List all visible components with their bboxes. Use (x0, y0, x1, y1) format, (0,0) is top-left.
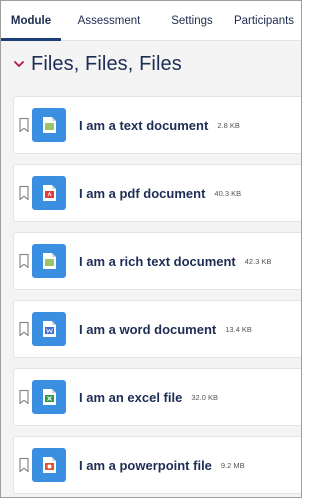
chevron-down-icon[interactable] (12, 57, 26, 71)
file-size: 9.2 MB (220, 460, 245, 470)
file-item[interactable]: I am a rich text document 42.3 KB (13, 232, 301, 290)
module-content: Files, Files, Files I am a text document… (1, 41, 301, 497)
bookmark-icon[interactable] (17, 389, 31, 405)
powerpoint-file-icon (32, 448, 66, 482)
tab-label: Participants (233, 14, 295, 27)
rich-text-file-icon (32, 244, 66, 278)
file-name-link[interactable]: I am a text document (79, 118, 208, 133)
file-name-link[interactable]: I am a rich text document (79, 254, 236, 269)
file-size: 2.8 KB (217, 120, 240, 130)
file-size: 32.0 KB (191, 392, 219, 402)
bookmark-icon[interactable] (17, 253, 31, 269)
bookmark-icon[interactable] (17, 457, 31, 473)
tab-bar: Module Assessment Settings Participants (1, 1, 301, 41)
tab-assessment[interactable]: Assessment (61, 1, 157, 40)
file-name-link[interactable]: I am a word document (79, 322, 216, 337)
pdf-file-icon (32, 176, 66, 210)
file-item[interactable]: I am a word document 13.4 KB (13, 300, 301, 358)
file-item[interactable]: I am an excel file 32.0 KB (13, 368, 301, 426)
file-name-link[interactable]: I am a powerpoint file (79, 458, 212, 473)
section-header: Files, Files, Files (1, 41, 301, 87)
tab-module[interactable]: Module (1, 1, 61, 41)
tab-label: Settings (171, 14, 213, 27)
file-item[interactable]: I am a powerpoint file 9.2 MB (13, 436, 301, 494)
file-size: 40.3 KB (214, 188, 242, 198)
file-name-link[interactable]: I am a pdf document (79, 186, 205, 201)
word-file-icon (32, 312, 66, 346)
file-size: 42.3 KB (244, 256, 272, 266)
excel-file-icon (32, 380, 66, 414)
section-title: Files, Files, Files (31, 52, 182, 75)
file-name-link[interactable]: I am an excel file (79, 390, 182, 405)
file-item[interactable]: I am a text document 2.8 KB (13, 96, 301, 154)
app-frame: Module Assessment Settings Participants … (0, 0, 302, 498)
file-size: 13.4 KB (225, 324, 252, 334)
file-item[interactable]: I am a pdf document 40.3 KB (13, 164, 301, 222)
tab-settings[interactable]: Settings (157, 1, 227, 40)
tab-label: Module (10, 14, 52, 27)
bookmark-icon[interactable] (17, 185, 31, 201)
text-file-icon (32, 108, 66, 142)
tab-label: Assessment (77, 14, 141, 27)
bookmark-icon[interactable] (17, 321, 31, 337)
tab-participants[interactable]: Participants (227, 1, 301, 40)
bookmark-icon[interactable] (17, 117, 31, 133)
